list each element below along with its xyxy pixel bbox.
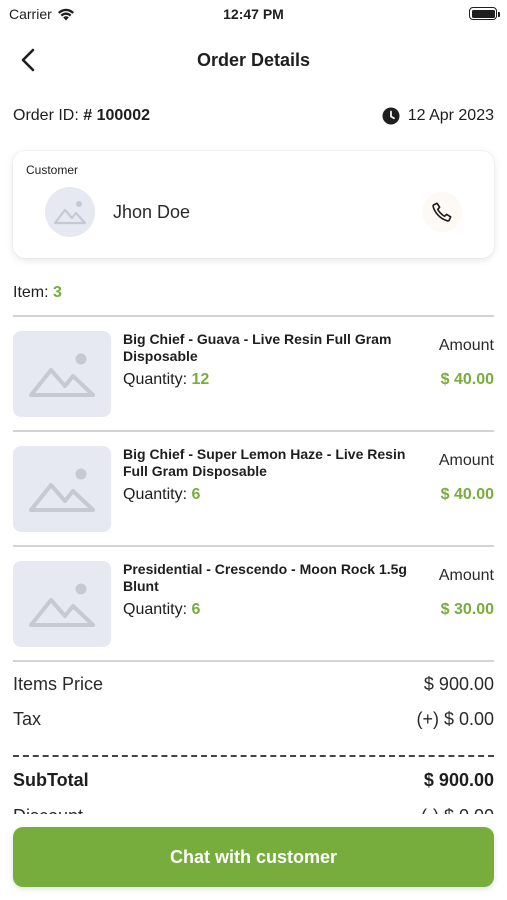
item-thumbnail [13, 331, 111, 417]
image-placeholder-icon [29, 353, 95, 397]
item-quantity-value: 6 [191, 486, 201, 503]
phone-icon [432, 202, 452, 222]
order-id-value: # 100002 [83, 107, 150, 124]
chat-with-customer-button[interactable]: Chat with customer [13, 827, 494, 887]
item-name: Big Chief - Guava - Live Resin Full Gram… [123, 331, 392, 364]
item-thumbnail [13, 446, 111, 532]
item-amount-label: Amount [438, 452, 494, 469]
item-amount: $ 40.00 [440, 486, 494, 503]
item-name: Presidential - Crescendo - Moon Rock 1.5… [123, 561, 407, 594]
dashed-divider [13, 755, 494, 757]
divider [13, 545, 494, 547]
image-placeholder-icon [29, 583, 95, 627]
divider [13, 315, 494, 317]
item-quantity: Quantity: 6 [123, 601, 200, 619]
order-item[interactable]: Big Chief - Super Lemon Haze - Live Resi… [13, 446, 494, 532]
items-count: Item: 3 [13, 284, 62, 302]
items-price-row: Items Price $ 900.00 [13, 674, 494, 695]
discount-value: (-) $ 0.00 [421, 806, 494, 814]
item-amount: $ 30.00 [440, 601, 494, 618]
page-title: Order Details [196, 50, 311, 70]
image-placeholder-icon [54, 201, 86, 225]
item-amount-label: Amount [438, 567, 494, 584]
tax-label: Tax [13, 709, 42, 729]
item-quantity-label: Quantity: [123, 486, 188, 503]
nav-bar: Order Details [0, 40, 507, 80]
item-amount: $ 40.00 [440, 371, 494, 388]
order-item[interactable]: Presidential - Crescendo - Moon Rock 1.5… [13, 561, 494, 647]
items-count-value: 3 [53, 284, 62, 301]
avatar [45, 187, 95, 237]
customer-name: Jhon Doe [113, 202, 191, 222]
battery-icon [469, 7, 500, 20]
subtotal-row: SubTotal $ 900.00 [13, 770, 494, 791]
status-bar: Carrier 12:47 PM [0, 0, 507, 30]
item-thumbnail [13, 561, 111, 647]
items-price-label: Items Price [13, 674, 104, 694]
subtotal-value: $ 900.00 [423, 770, 494, 790]
tax-row: Tax (+) $ 0.00 [13, 709, 494, 730]
order-info-row: Order ID: # 100002 12 Apr 2023 [13, 105, 494, 127]
items-count-label: Item: [13, 284, 49, 301]
discount-label: Discount [13, 806, 83, 814]
item-name: Big Chief - Super Lemon Haze - Live Resi… [123, 446, 406, 479]
divider [13, 430, 494, 432]
item-quantity-value: 6 [191, 601, 201, 618]
item-amount-label: Amount [438, 337, 494, 354]
order-id-label: Order ID: [13, 107, 79, 124]
item-quantity-value: 12 [191, 371, 210, 388]
tax-value: (+) $ 0.00 [416, 709, 494, 729]
item-quantity-label: Quantity: [123, 371, 188, 388]
discount-row: Discount (-) $ 0.00 [13, 800, 494, 814]
divider [13, 660, 494, 662]
image-placeholder-icon [29, 468, 95, 512]
items-price-value: $ 900.00 [423, 674, 494, 694]
item-quantity: Quantity: 12 [123, 371, 209, 389]
subtotal-label: SubTotal [13, 770, 89, 790]
call-customer-button[interactable] [422, 192, 462, 232]
status-time: 12:47 PM [223, 6, 284, 22]
order-id: Order ID: # 100002 [13, 107, 150, 125]
item-quantity: Quantity: 6 [123, 486, 200, 504]
customer-label: Customer [26, 163, 79, 177]
order-date-text: 12 Apr 2023 [407, 107, 494, 124]
clock-icon [382, 107, 400, 125]
customer-card: Customer Jhon Doe [13, 151, 494, 258]
item-quantity-label: Quantity: [123, 601, 188, 618]
order-item[interactable]: Big Chief - Guava - Live Resin Full Gram… [13, 331, 494, 417]
order-date: 12 Apr 2023 [382, 107, 494, 125]
